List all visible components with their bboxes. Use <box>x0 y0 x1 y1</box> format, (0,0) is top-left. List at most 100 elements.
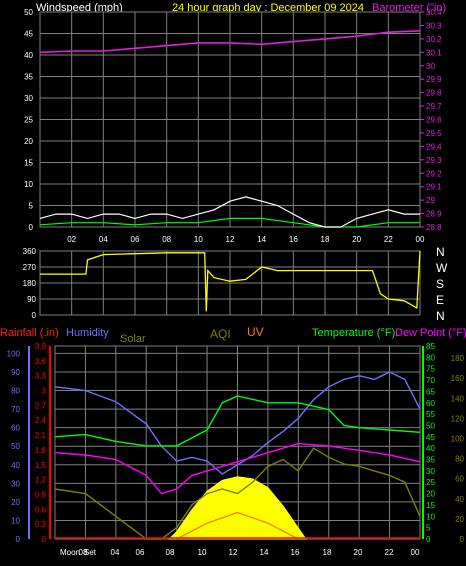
time-tick-label: 20 <box>354 548 363 557</box>
time-tick-label: 10 <box>194 235 203 244</box>
humidity-tick-label: 20 <box>11 498 20 507</box>
temperature-tick-label: 20 <box>426 490 435 499</box>
time-tick-label: 00 <box>411 548 420 557</box>
rainfall-tick-label: 1.8 <box>35 446 47 455</box>
humidity-tick-label: 70 <box>11 405 20 414</box>
rainfall-tick-label: 2.1 <box>35 431 47 440</box>
temperature-tick-label: 15 <box>426 501 435 510</box>
legend-rainfall: Rainfall (.in) <box>0 327 59 339</box>
rainfall-tick-label: 3 <box>42 387 47 396</box>
rainfall-tick-label: 0 <box>42 535 47 544</box>
weather-time-ticks: Moon08Set 04 06 08 10 12 14 16 18 20 22 00 <box>60 548 420 557</box>
temperature-tick-label: 65 <box>426 387 435 396</box>
secondary-tick-label: 120 <box>451 414 465 423</box>
direction-tick-label: 180 <box>23 279 37 288</box>
time-tick-label: 18 <box>321 235 330 244</box>
legend-humidity: Humidity <box>66 327 109 339</box>
direction-tick-label: 90 <box>27 295 36 304</box>
rainfall-tick-label: 0.9 <box>35 490 47 499</box>
barometer-tick-label: 29.6 <box>426 116 442 125</box>
time-tick-label: 12 <box>226 235 235 244</box>
humidity-tick-label: 80 <box>11 387 20 396</box>
secondary-tick-label: 140 <box>451 394 465 403</box>
barometer-tick-label: 30.1 <box>426 48 442 57</box>
humidity-ticks: 0 10 20 30 40 50 60 70 80 90 100 <box>7 346 30 544</box>
time-tick-label: Moon <box>60 548 80 557</box>
legend-uv: UV <box>247 325 264 339</box>
windspeed-tick-label: 40 <box>24 51 33 60</box>
legend-solar: Solar <box>120 333 146 345</box>
rainfall-tick-label: 0.6 <box>35 505 47 514</box>
legend-dewpoint: Dew Point (°F) <box>395 327 466 339</box>
legend-temperature: Temperature (°F) <box>312 327 395 339</box>
temperature-tick-label: 80 <box>426 353 435 362</box>
rainfall-tick-label: 3.3 <box>35 372 47 381</box>
rainfall-tick-label: 3.9 <box>35 342 47 351</box>
temperature-tick-label: 30 <box>426 467 435 476</box>
temperature-tick-label: 50 <box>426 421 435 430</box>
barometer-tick-label: 29.5 <box>426 129 442 138</box>
compass-label: E <box>436 293 444 307</box>
barometer-tick-label: 29 <box>426 196 435 205</box>
time-tick-label: 18 <box>323 548 332 557</box>
time-tick-label: Set <box>84 548 97 557</box>
windspeed-tick-label: 35 <box>24 73 33 82</box>
barometer-tick-label: 28.9 <box>426 210 442 219</box>
windspeed-tick-label: 30 <box>24 94 33 103</box>
windspeed-tick-label: 20 <box>24 137 33 146</box>
time-tick-label: 22 <box>385 548 394 557</box>
compass-label: W <box>436 261 448 275</box>
windspeed-tick-label: 50 <box>24 8 33 17</box>
windspeed-tick-label: 25 <box>24 116 33 125</box>
compass-label: S <box>436 277 444 291</box>
temperature-tick-label: 75 <box>426 365 435 374</box>
time-tick-label: 14 <box>257 235 266 244</box>
secondary-tick-label: 60 <box>455 475 464 484</box>
rainfall-tick-label: 1.5 <box>35 461 47 470</box>
barometer-tick-label: 29.4 <box>426 142 442 151</box>
time-tick-label: 08 <box>162 235 171 244</box>
barometer-tick-label: 29.2 <box>426 169 442 178</box>
compass-labels: NWSEN <box>436 245 448 323</box>
humidity-tick-label: 100 <box>7 349 21 358</box>
humidity-tick-label: 60 <box>11 424 20 433</box>
time-tick-label: 16 <box>291 548 300 557</box>
rainfall-tick-label: 1.2 <box>35 476 47 485</box>
temperature-tick-label: 60 <box>426 399 435 408</box>
time-tick-label: 14 <box>260 548 269 557</box>
time-tick-label: 16 <box>289 235 298 244</box>
temperature-tick-label: 85 <box>426 342 435 351</box>
barometer-tick-label: 30 <box>426 62 435 71</box>
secondary-tick-label: 20 <box>455 515 464 524</box>
compass-label: N <box>436 309 445 323</box>
rainfall-ticks: 0 0.3 0.6 0.9 1.2 1.5 1.8 2.1 2.4 2.7 3 3.3 3.6 3.9 <box>35 342 51 544</box>
compass-label: N <box>436 245 445 259</box>
time-tick-label: 00 <box>416 235 425 244</box>
temperature-tick-label: 40 <box>426 444 435 453</box>
windspeed-tick-label: 15 <box>24 159 33 168</box>
direction-ticks: 360 270 180 90 0 <box>23 247 37 320</box>
time-tick-label: 08 <box>166 548 175 557</box>
temperature-tick-label: 45 <box>426 433 435 442</box>
time-tick-label: 02 <box>67 235 76 244</box>
time-tick-label: 22 <box>384 235 393 244</box>
barometer-ticks: 28.8 28.9 29 29.1 29.2 29.3 29.4 29.5 29.6 29.7 29… <box>420 8 442 232</box>
rainfall-tick-label: 0.3 <box>35 520 47 529</box>
barometer-tick-label: 30.4 <box>426 8 442 17</box>
secondary-tick-label: 100 <box>451 434 465 443</box>
temperature-tick-label: 10 <box>426 512 435 521</box>
direction-tick-label: 0 <box>32 311 37 320</box>
barometer-tick-label: 29.3 <box>426 156 442 165</box>
secondary-tick-label: 80 <box>455 455 464 464</box>
humidity-tick-label: 30 <box>11 479 20 488</box>
temperature-tick-label: 70 <box>426 376 435 385</box>
legend-aqi: AQI <box>210 327 231 341</box>
temperature-ticks: 0 5 10 15 20 25 30 35 40 45 50 55 60 65 70 75 80 85 <box>422 342 435 544</box>
temperature-tick-label: 5 <box>426 524 431 533</box>
humidity-tick-label: 90 <box>11 368 20 377</box>
barometer-tick-label: 29.8 <box>426 89 442 98</box>
temperature-tick-label: 25 <box>426 478 435 487</box>
humidity-tick-label: 0 <box>16 535 21 544</box>
windspeed-tick-label: 45 <box>24 30 33 39</box>
windspeed-ticks: 0 5 10 15 20 25 30 35 40 45 50 <box>24 8 33 232</box>
